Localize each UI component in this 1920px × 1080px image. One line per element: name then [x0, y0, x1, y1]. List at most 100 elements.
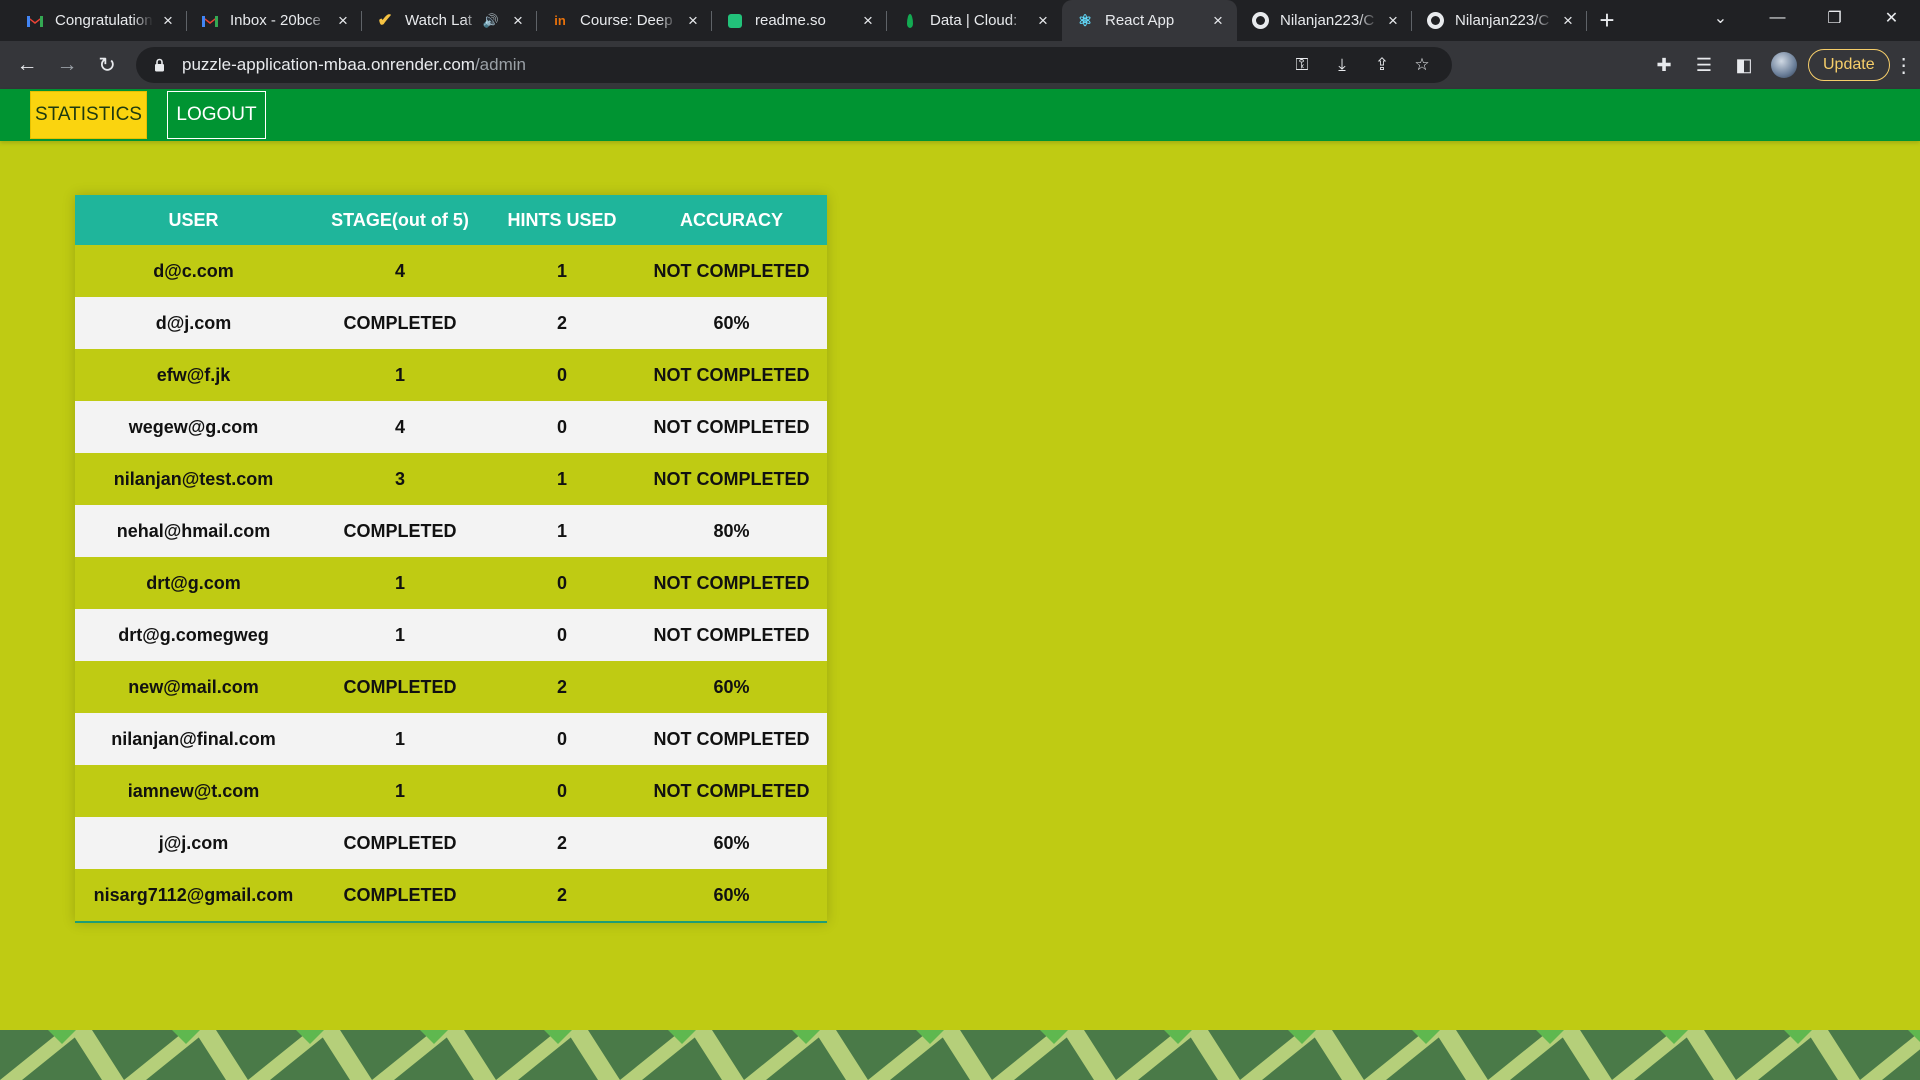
tab-close-icon[interactable]: × [684, 11, 702, 30]
cell-hints: 2 [556, 832, 567, 853]
table-body: d@c.com 4 1 NOT COMPLETED d@j.com COMPLETED 2 6… [75, 245, 827, 921]
table-row: drt@g.com 1 0 NOT COMPLETED [75, 557, 827, 609]
share-icon[interactable]: ⇪ [1364, 47, 1400, 83]
cell-user: nisarg7112@gmail.com [93, 884, 294, 905]
browser-tab-4[interactable]: readme.so × [712, 0, 887, 41]
cell-hints: 1 [556, 520, 567, 541]
cell-hints: 0 [556, 624, 567, 645]
table-row: efw@f.jk 1 0 NOT COMPLETED [75, 349, 827, 401]
browser-tab-6[interactable]: ⚛ React App × [1062, 0, 1237, 41]
cell-user: nehal@hmail.com [116, 520, 271, 541]
tab-close-icon[interactable]: × [159, 11, 177, 30]
tab-close-icon[interactable]: × [859, 11, 877, 30]
tab-list: Congratulation × Inbox - 20bce × ✔ Watch Lat 🔊… [0, 0, 1627, 41]
header-stage: STAGE(out of 5) [331, 209, 469, 230]
statistics-button[interactable]: STATISTICS [30, 91, 147, 139]
zigzag-pattern [0, 1030, 1920, 1080]
install-app-icon[interactable]: ⤓ [1324, 47, 1360, 83]
logout-button[interactable]: LOGOUT [167, 91, 266, 139]
restore-icon[interactable]: ❐ [1806, 0, 1863, 36]
table-row: nehal@hmail.com COMPLETED 1 80% [75, 505, 827, 557]
close-window-icon[interactable]: ✕ [1863, 0, 1920, 36]
check-icon: ✔ [377, 10, 393, 30]
gmail-icon [25, 11, 45, 31]
cell-hints: 1 [556, 468, 567, 489]
update-button[interactable]: Update [1808, 49, 1890, 81]
tab-search-icon[interactable]: ⌄ [1692, 0, 1749, 36]
cell-hints: 2 [556, 676, 567, 697]
course-icon: in [554, 13, 566, 28]
cell-stage: 4 [394, 260, 405, 281]
address-bar[interactable]: puzzle-application-mbaa.onrender.com/adm… [136, 47, 1452, 83]
menu-kebab-icon[interactable]: ⋮ [1890, 45, 1918, 85]
github-icon [1425, 11, 1445, 31]
tab-title: React App [1105, 12, 1175, 29]
cell-accuracy: NOT COMPLETED [653, 364, 810, 385]
cell-hints: 2 [556, 884, 567, 905]
cell-user: nilanjan@final.com [111, 728, 276, 749]
table-row: nisarg7112@gmail.com COMPLETED 2 60% [75, 869, 827, 921]
browser-tab-8[interactable]: Nilanjan223/C × [1412, 0, 1587, 41]
browser-tab-0[interactable]: Congratulation × [12, 0, 187, 41]
table-row: iamnew@t.com 1 0 NOT COMPLETED [75, 765, 827, 817]
browser-tab-strip: Congratulation × Inbox - 20bce × ✔ Watch Lat 🔊… [0, 0, 1920, 41]
tab-close-icon[interactable]: × [509, 11, 527, 30]
new-tab-icon[interactable]: + [1587, 0, 1627, 41]
cell-user: new@mail.com [128, 676, 259, 697]
tab-separator [1586, 11, 1587, 31]
cell-accuracy: NOT COMPLETED [653, 416, 810, 437]
cell-hints: 0 [556, 728, 567, 749]
key-icon[interactable]: ⚿ [1284, 47, 1320, 83]
extensions-icon[interactable]: ✚ [1644, 45, 1684, 85]
cell-stage: 1 [394, 572, 405, 593]
tab-close-icon[interactable]: × [334, 11, 352, 30]
cell-accuracy: NOT COMPLETED [653, 728, 810, 749]
url-path: /admin [474, 55, 526, 74]
browser-tab-2[interactable]: ✔ Watch Lat 🔊 × [362, 0, 537, 41]
tab-close-icon[interactable]: × [1559, 11, 1577, 30]
cell-user: drt@g.com [146, 572, 241, 593]
bookmark-star-icon[interactable]: ☆ [1404, 47, 1440, 83]
table-row: nilanjan@test.com 3 1 NOT COMPLETED [75, 453, 827, 505]
footer-decoration [0, 1030, 1920, 1080]
cell-stage: COMPLETED [343, 884, 457, 905]
cell-user: nilanjan@test.com [113, 468, 274, 489]
reload-icon[interactable]: ↻ [87, 45, 127, 85]
tab-audio-icon[interactable]: 🔊 [483, 13, 499, 29]
tab-close-icon[interactable]: × [1384, 11, 1402, 30]
cell-stage: COMPLETED [343, 312, 457, 333]
browser-tab-7[interactable]: Nilanjan223/C × [1237, 0, 1412, 41]
tab-title: Nilanjan223/C [1280, 12, 1375, 29]
cell-stage: COMPLETED [343, 520, 457, 541]
browser-tab-1[interactable]: Inbox - 20bce × [187, 0, 362, 41]
table-row: d@c.com 4 1 NOT COMPLETED [75, 245, 827, 297]
cell-user: efw@f.jk [156, 364, 231, 385]
url-host: puzzle-application-mbaa.onrender.com [182, 55, 475, 74]
back-icon[interactable]: ← [7, 45, 47, 85]
react-icon: ⚛ [1077, 12, 1093, 30]
minimize-icon[interactable]: ― [1749, 0, 1806, 36]
lock-icon[interactable] [152, 57, 166, 73]
cell-hints: 0 [556, 364, 567, 385]
readme-icon [725, 11, 745, 31]
table-header-row: USER STAGE(out of 5) HINTS USED ACCURACY [75, 195, 827, 245]
cell-accuracy: 60% [713, 312, 750, 333]
cell-hints: 2 [556, 312, 567, 333]
profile-avatar[interactable] [1771, 52, 1797, 78]
cell-hints: 0 [556, 416, 567, 437]
window-controls: ⌄ ― ❐ ✕ [1692, 0, 1920, 41]
cell-hints: 0 [556, 780, 567, 801]
forward-icon[interactable]: → [47, 45, 87, 85]
tab-title: Course: Deep [580, 12, 673, 29]
cell-accuracy: 60% [713, 884, 750, 905]
table-row: drt@g.comegweg 1 0 NOT COMPLETED [75, 609, 827, 661]
tab-close-icon[interactable]: × [1209, 11, 1227, 30]
side-panel-icon[interactable]: ◧ [1724, 45, 1764, 85]
browser-tab-5[interactable]: Data | Cloud: × [887, 0, 1062, 41]
tab-title: Watch Lat [405, 12, 472, 29]
cell-user: iamnew@t.com [127, 780, 260, 801]
media-controls-icon[interactable]: ☰ [1684, 45, 1724, 85]
address-url[interactable]: puzzle-application-mbaa.onrender.com/adm… [182, 55, 526, 75]
tab-close-icon[interactable]: × [1034, 11, 1052, 30]
browser-tab-3[interactable]: in Course: Deep × [537, 0, 712, 41]
